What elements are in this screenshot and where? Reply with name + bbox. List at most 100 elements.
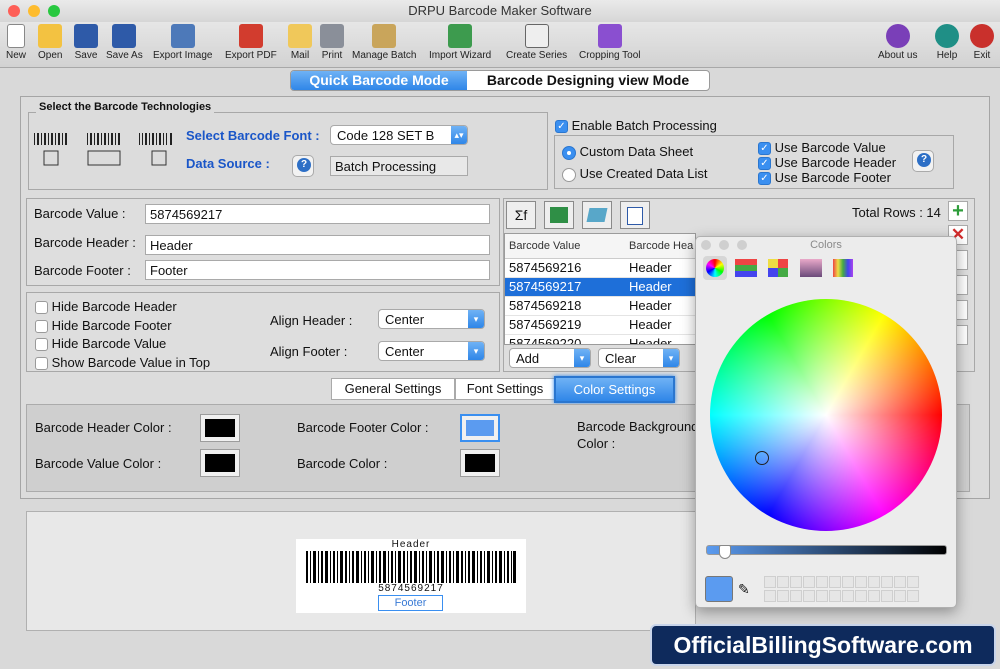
- add-row-button[interactable]: +: [948, 201, 968, 221]
- tab-general-settings[interactable]: General Settings: [331, 378, 455, 400]
- crosshair-icon[interactable]: [755, 451, 769, 465]
- palette-slot[interactable]: [881, 590, 893, 602]
- hide-footer-checkbox[interactable]: Hide Barcode Footer: [35, 318, 172, 334]
- palette-slot[interactable]: [907, 576, 919, 588]
- column-header[interactable]: Barcode Value: [505, 234, 625, 259]
- eyedropper-icon[interactable]: ✎: [738, 581, 754, 597]
- background-color-label-2: Color :: [577, 436, 616, 451]
- palette-slot[interactable]: [764, 590, 776, 602]
- table-row[interactable]: 5874569219 Header: [505, 315, 695, 335]
- tab-font-settings[interactable]: Font Settings: [455, 378, 555, 400]
- minimize-window-button[interactable]: [28, 5, 40, 17]
- formula-button[interactable]: Σf: [506, 201, 536, 229]
- toolbar: New Open Save Save As Export Image Expor…: [0, 22, 1000, 68]
- barcode-value-input[interactable]: 5874569217: [145, 204, 490, 224]
- palette-slot[interactable]: [790, 576, 802, 588]
- close-window-button[interactable]: [8, 5, 20, 17]
- save-button[interactable]: Save: [74, 24, 98, 61]
- use-barcode-header-checkbox[interactable]: ✓ Use Barcode Header: [758, 155, 896, 171]
- barcode-footer-input[interactable]: Footer: [145, 260, 490, 280]
- import-data-button[interactable]: [582, 201, 612, 229]
- use-barcode-value-checkbox[interactable]: ✓ Use Barcode Value: [758, 140, 886, 156]
- value-color-swatch[interactable]: [200, 449, 240, 477]
- hide-value-checkbox[interactable]: Hide Barcode Value: [35, 336, 166, 352]
- custom-data-sheet-radio[interactable]: Custom Data Sheet: [562, 144, 693, 160]
- hide-footer-label: Hide Barcode Footer: [51, 318, 172, 333]
- show-value-top-checkbox[interactable]: Show Barcode Value in Top: [35, 355, 210, 371]
- palette-slot[interactable]: [855, 590, 867, 602]
- color-wheel[interactable]: [710, 299, 942, 531]
- barcode-color-swatch[interactable]: [460, 449, 500, 477]
- selected-color-well[interactable]: [705, 576, 733, 602]
- barcode-font-select[interactable]: Code 128 SET B ▴▾: [330, 125, 468, 145]
- batch-help-button[interactable]: [912, 150, 934, 172]
- palette-slot[interactable]: [829, 590, 841, 602]
- exit-button[interactable]: Exit: [970, 24, 994, 61]
- export-image-button[interactable]: Export Image: [153, 24, 212, 61]
- barcode-font-label: Select Barcode Font :: [186, 128, 320, 143]
- use-barcode-footer-checkbox[interactable]: ✓ Use Barcode Footer: [758, 170, 891, 186]
- palette-slot[interactable]: [894, 576, 906, 588]
- palette-slot[interactable]: [777, 576, 789, 588]
- palette-slot[interactable]: [842, 576, 854, 588]
- palette-slot[interactable]: [777, 590, 789, 602]
- zoom-window-button[interactable]: [48, 5, 60, 17]
- enable-batch-checkbox[interactable]: ✓ Enable Batch Processing: [555, 118, 717, 134]
- add-dropdown[interactable]: Add ▾: [509, 348, 591, 368]
- palette-slot[interactable]: [881, 576, 893, 588]
- palette-slot[interactable]: [842, 590, 854, 602]
- palette-slot[interactable]: [868, 590, 880, 602]
- palette-slot[interactable]: [803, 590, 815, 602]
- slider-thumb[interactable]: [719, 545, 731, 559]
- color-sliders-icon[interactable]: [735, 259, 757, 277]
- excel-import-button[interactable]: [544, 201, 574, 229]
- crayons-icon[interactable]: [833, 259, 853, 277]
- new-button[interactable]: New: [6, 24, 26, 61]
- hide-header-checkbox[interactable]: Hide Barcode Header: [35, 299, 177, 315]
- save-as-button[interactable]: Save As: [106, 24, 143, 61]
- table-row[interactable]: 5874569220 Header: [505, 334, 695, 344]
- column-header[interactable]: Barcode Hea: [625, 234, 695, 259]
- barcode-bars: [306, 551, 516, 583]
- barcode-designing-mode-tab[interactable]: Barcode Designing view Mode: [467, 71, 709, 90]
- palette-slot[interactable]: [907, 590, 919, 602]
- created-data-list-radio[interactable]: Use Created Data List: [562, 166, 708, 182]
- import-wizard-label: Import Wizard: [429, 50, 492, 61]
- cropping-tool-button[interactable]: Cropping Tool: [579, 24, 641, 61]
- palette-slot[interactable]: [790, 590, 802, 602]
- table-row[interactable]: 5874569217 Header: [505, 277, 695, 297]
- color-palettes-icon[interactable]: [768, 259, 788, 277]
- export-list-button[interactable]: [620, 201, 650, 229]
- palette-slot[interactable]: [868, 576, 880, 588]
- data-source-help-button[interactable]: [292, 155, 314, 177]
- align-header-select[interactable]: Center ▾: [378, 309, 485, 329]
- table-row[interactable]: 5874569216 Header: [505, 258, 695, 278]
- palette-slot[interactable]: [829, 576, 841, 588]
- palette-slot[interactable]: [764, 576, 776, 588]
- palette-slot[interactable]: [803, 576, 815, 588]
- import-wizard-button[interactable]: Import Wizard: [429, 24, 491, 61]
- create-series-button[interactable]: Create Series: [506, 24, 567, 61]
- print-button[interactable]: Print: [320, 24, 344, 61]
- barcode-header-input[interactable]: Header: [145, 235, 490, 255]
- table-row[interactable]: 5874569218 Header: [505, 296, 695, 316]
- open-button[interactable]: Open: [38, 24, 62, 61]
- brightness-slider[interactable]: [706, 545, 947, 555]
- palette-slot[interactable]: [816, 576, 828, 588]
- header-color-swatch[interactable]: [200, 414, 240, 442]
- about-us-button[interactable]: About us: [878, 24, 917, 61]
- image-palettes-icon[interactable]: [800, 259, 822, 277]
- footer-color-swatch[interactable]: [460, 414, 500, 442]
- export-pdf-button[interactable]: Export PDF: [225, 24, 277, 61]
- align-footer-select[interactable]: Center ▾: [378, 341, 485, 361]
- quick-barcode-mode-tab[interactable]: Quick Barcode Mode: [291, 71, 467, 90]
- palette-slot[interactable]: [855, 576, 867, 588]
- tab-color-settings[interactable]: Color Settings: [554, 376, 675, 403]
- clear-dropdown[interactable]: Clear ▾: [598, 348, 680, 368]
- color-wheel-tab[interactable]: [703, 256, 727, 280]
- palette-slot[interactable]: [816, 590, 828, 602]
- manage-batch-button[interactable]: Manage Batch: [352, 24, 417, 61]
- palette-slot[interactable]: [894, 590, 906, 602]
- mail-button[interactable]: Mail: [288, 24, 312, 61]
- help-button[interactable]: Help: [935, 24, 959, 61]
